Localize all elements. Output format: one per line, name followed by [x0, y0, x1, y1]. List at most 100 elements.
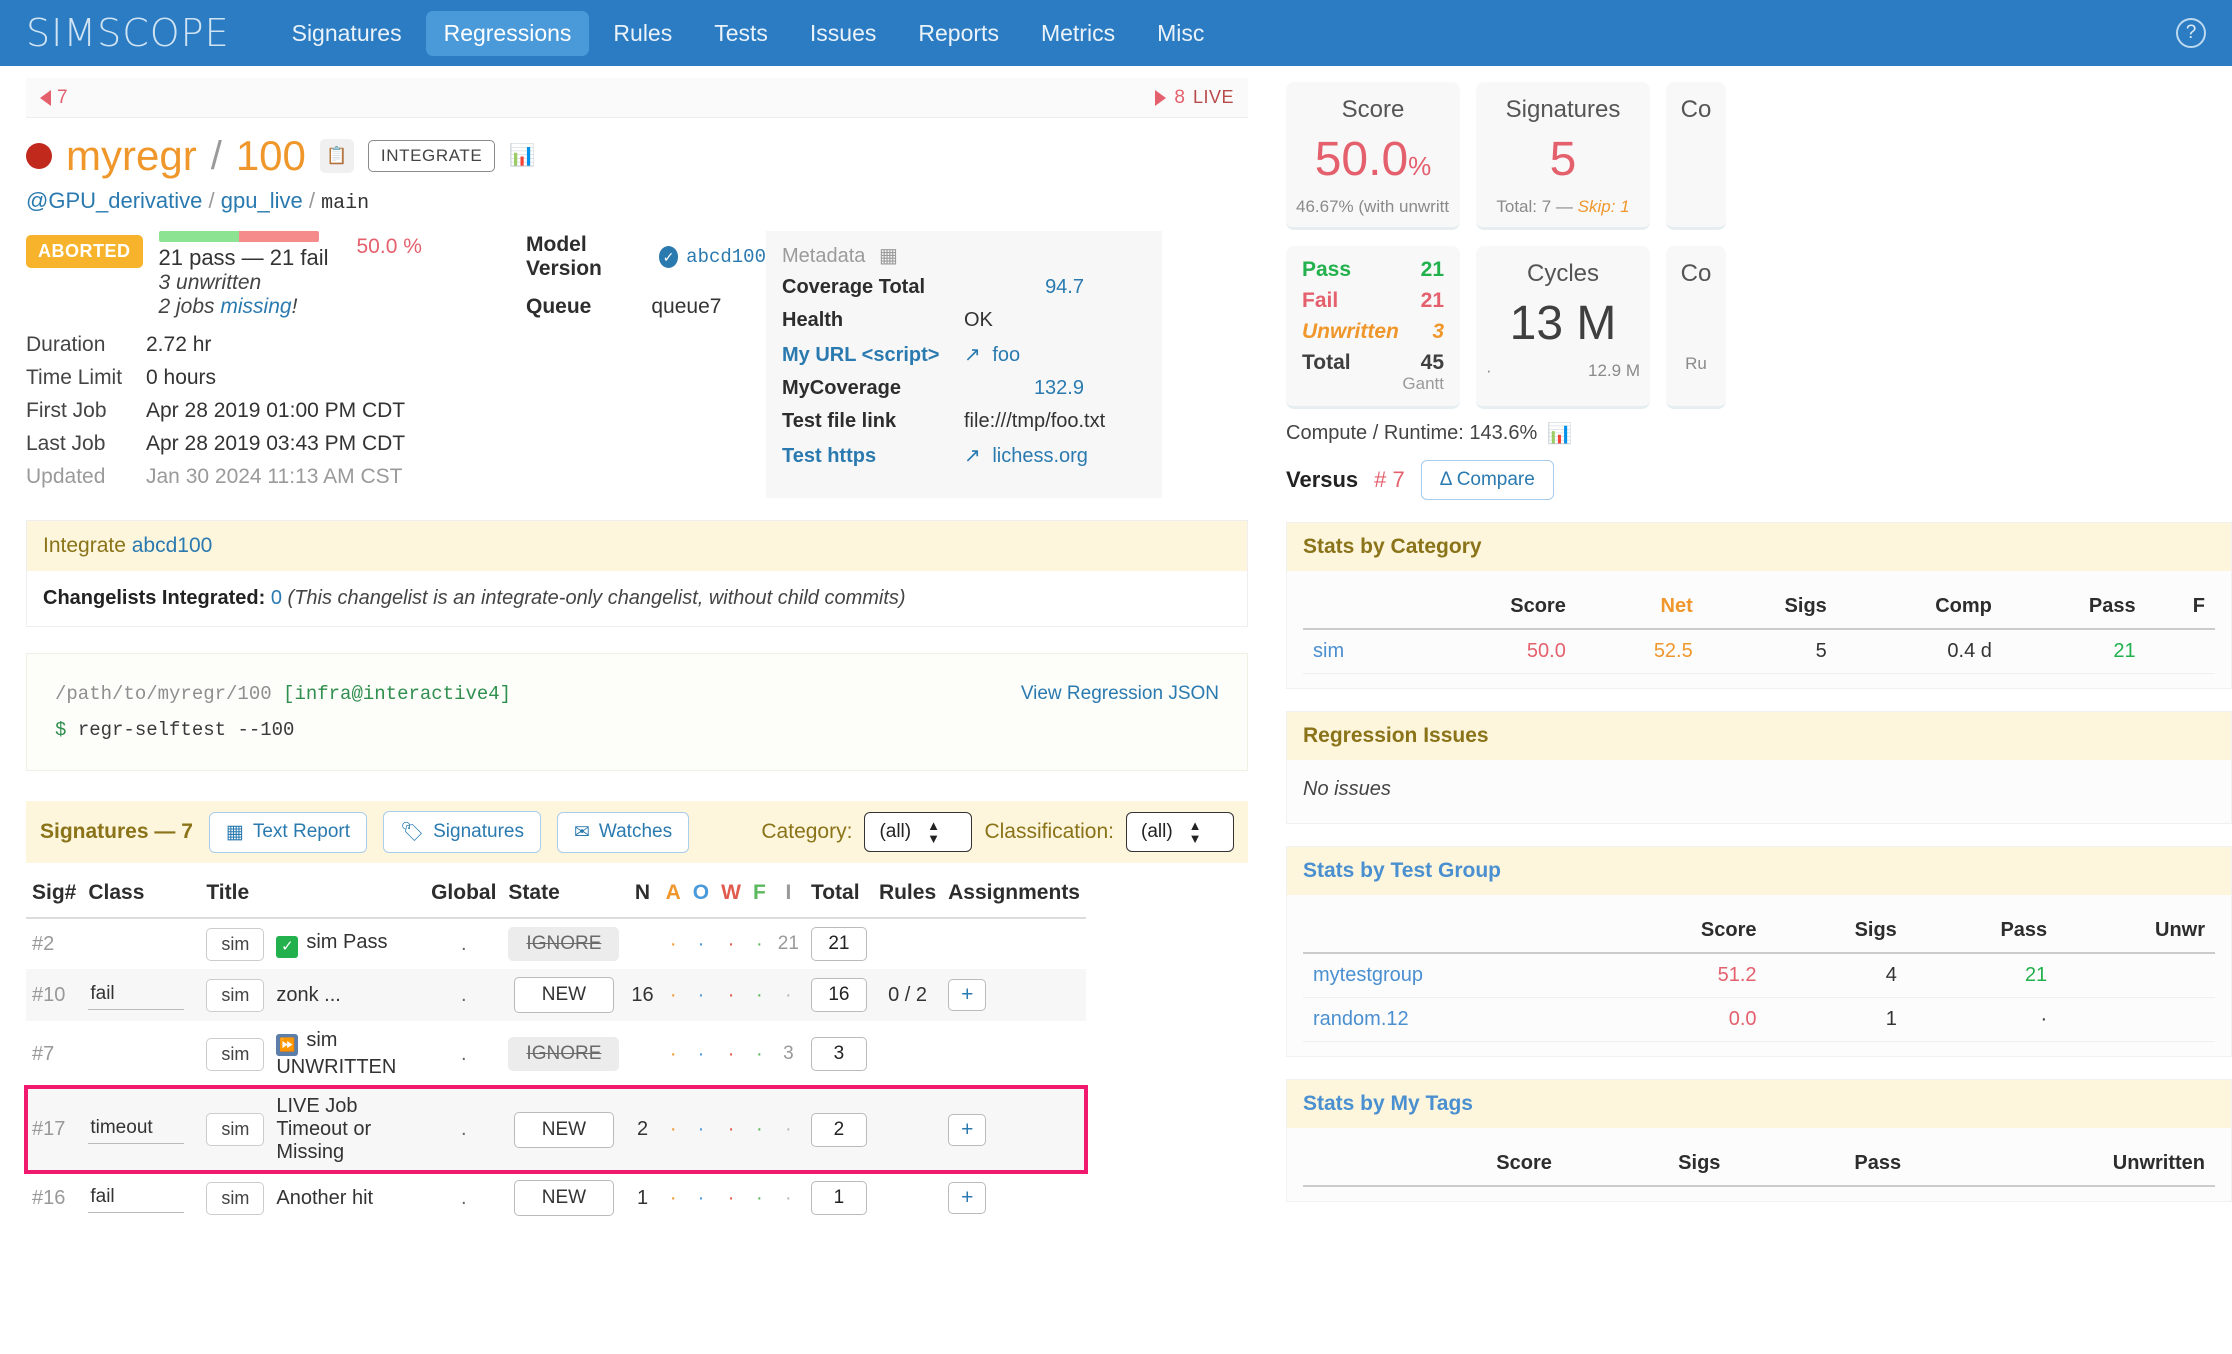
row-assignments[interactable]: +	[942, 1087, 1086, 1173]
col-state[interactable]: State	[502, 863, 626, 920]
gantt-link[interactable]: Gantt	[1302, 374, 1444, 394]
tg-name[interactable]: mytestgroup	[1303, 953, 1597, 998]
add-assignment-button[interactable]: +	[948, 1113, 987, 1146]
nav-item-misc[interactable]: Misc	[1139, 11, 1222, 56]
jobs-missing-link[interactable]: missing	[220, 295, 291, 318]
col-global[interactable]: Global	[425, 863, 503, 920]
nav-item-issues[interactable]: Issues	[792, 11, 894, 56]
view-regression-json-link[interactable]: View Regression JSON	[1021, 676, 1219, 712]
nav-item-reports[interactable]: Reports	[900, 11, 1017, 56]
row-total[interactable]: 2	[804, 1087, 873, 1173]
tag-col-score[interactable]: Score	[1357, 1138, 1562, 1187]
cat-col-f[interactable]: F	[2145, 581, 2215, 630]
cat-name[interactable]: sim	[1303, 629, 1414, 674]
integrate-button[interactable]: INTEGRATE	[367, 140, 496, 172]
row-class[interactable]: timeout	[82, 1087, 201, 1173]
col-f[interactable]: F	[746, 863, 772, 920]
tg-name[interactable]: random.12	[1303, 997, 1597, 1042]
versus-number[interactable]: # 7	[1374, 467, 1405, 493]
regression-name[interactable]: myregr	[66, 132, 197, 180]
row-assignments[interactable]: +	[942, 969, 1086, 1022]
tag-col-pass[interactable]: Pass	[1730, 1138, 1912, 1187]
breadcrumb-owner[interactable]: @GPU_derivative	[26, 188, 202, 213]
row-class[interactable]	[82, 918, 200, 969]
table-row[interactable]: #17 timeout sim LIVE Job Timeout or Miss…	[24, 1085, 1088, 1175]
model-version-value[interactable]: abcd100	[686, 246, 766, 268]
tag-col-sigs[interactable]: Sigs	[1561, 1138, 1731, 1187]
table-icon[interactable]: ▦	[879, 245, 898, 267]
copy-icon[interactable]: 📋	[319, 139, 354, 173]
integrate-changelist-link[interactable]: abcd100	[132, 534, 213, 557]
row-total[interactable]: 1	[805, 1172, 873, 1224]
cat-col-comp[interactable]: Comp	[1836, 581, 2002, 630]
table-row[interactable]: #7 sim ⏩ sim UNWRITTEN . IGNORE · · · · 3…	[26, 1021, 1086, 1087]
changelists-count[interactable]: 0	[271, 587, 282, 609]
row-state[interactable]: NEW	[502, 1172, 625, 1224]
table-row[interactable]: #16 fail sim Another hit . NEW 1 · · · ·…	[26, 1172, 1086, 1224]
table-row[interactable]: #2 sim ✓ sim Pass . IGNORE · · · · 21 21	[26, 918, 1086, 969]
col-title[interactable]: Title	[200, 863, 426, 920]
text-report-button[interactable]: ▦ Text Report	[208, 811, 367, 853]
stats-by-my-tags-title[interactable]: Stats by My Tags	[1287, 1080, 2231, 1128]
pager-next-button[interactable]: 8 LIVE	[1155, 87, 1234, 109]
row-title[interactable]: ✓ sim Pass	[270, 918, 425, 969]
row-total[interactable]: 21	[805, 918, 873, 969]
row-state[interactable]: NEW	[502, 1087, 626, 1173]
category-select[interactable]: (all) ▲ ▼	[864, 812, 973, 853]
metadata-value[interactable]: foo	[992, 344, 1020, 366]
col-total[interactable]: Total	[804, 863, 873, 920]
row-title[interactable]: LIVE Job Timeout or Missing	[270, 1087, 426, 1173]
row-state[interactable]: IGNORE	[502, 1021, 625, 1087]
cat-col-pass[interactable]: Pass	[2001, 581, 2146, 630]
table-row[interactable]: random.12 0.0 1 ·	[1303, 997, 2215, 1042]
cat-col-net[interactable]: Net	[1575, 581, 1703, 630]
breadcrumb-project[interactable]: gpu_live	[221, 188, 303, 213]
col-o[interactable]: O	[686, 863, 716, 920]
add-assignment-button[interactable]: +	[948, 979, 987, 1012]
nav-item-metrics[interactable]: Metrics	[1023, 11, 1133, 56]
classification-select[interactable]: (all) ▲ ▼	[1126, 812, 1234, 853]
row-class[interactable]: fail	[82, 1172, 200, 1224]
col-class[interactable]: Class	[82, 863, 201, 920]
col-sig[interactable]: Sig#	[26, 863, 83, 920]
tg-col-sigs[interactable]: Sigs	[1766, 905, 1907, 954]
table-row[interactable]: sim 50.0 52.5 5 0.4 d 21	[1303, 629, 2215, 674]
row-title[interactable]: Another hit	[270, 1172, 425, 1224]
regression-number[interactable]: 100	[236, 132, 306, 180]
signatures-button[interactable]: 🏷 Signatures	[383, 811, 541, 854]
col-i[interactable]: I	[771, 863, 805, 920]
metadata-value[interactable]: 94.7	[964, 276, 1084, 299]
add-assignment-button[interactable]: +	[948, 1182, 987, 1215]
tg-col-score[interactable]: Score	[1596, 905, 1767, 954]
row-state[interactable]: NEW	[502, 969, 626, 1022]
metadata-key[interactable]: My URL <script>	[782, 344, 964, 367]
nav-item-signatures[interactable]: Signatures	[274, 11, 420, 56]
row-total[interactable]: 16	[804, 969, 873, 1022]
row-rules[interactable]: 0 / 2	[872, 969, 943, 1022]
row-class[interactable]: fail	[82, 969, 201, 1022]
tag-col-unwritten[interactable]: Unwritten	[1911, 1138, 2215, 1187]
metadata-value[interactable]: 132.9	[964, 377, 1084, 400]
row-total[interactable]: 3	[805, 1021, 873, 1087]
table-row[interactable]: mytestgroup 51.2 4 21	[1303, 953, 2215, 998]
col-assignments[interactable]: Assignments	[942, 863, 1086, 920]
bar-chart-icon[interactable]: 📊	[509, 144, 535, 168]
table-row[interactable]: #10 fail sim zonk ... . NEW 16 · · · · ·…	[26, 969, 1086, 1022]
tg-col-unwr[interactable]: Unwr	[2057, 905, 2215, 954]
col-w[interactable]: W	[715, 863, 747, 920]
row-assignments[interactable]: +	[942, 1172, 1086, 1224]
row-class[interactable]	[82, 1021, 200, 1087]
app-logo[interactable]: SIMSCOPE	[26, 11, 230, 55]
row-state[interactable]: IGNORE	[502, 918, 625, 969]
pager-prev-button[interactable]: 7	[40, 87, 68, 109]
nav-item-regressions[interactable]: Regressions	[425, 10, 590, 56]
col-rules[interactable]: Rules	[872, 863, 943, 920]
row-title[interactable]: zonk ...	[270, 969, 426, 1022]
col-n[interactable]: N	[625, 863, 660, 920]
compare-button[interactable]: Δ Compare	[1420, 460, 1554, 500]
nav-item-tests[interactable]: Tests	[696, 11, 786, 56]
col-a[interactable]: A	[659, 863, 687, 920]
question-mark-icon[interactable]: ?	[2176, 18, 2206, 48]
tg-col-pass[interactable]: Pass	[1906, 905, 2058, 954]
metadata-value[interactable]: lichess.org	[992, 445, 1088, 467]
